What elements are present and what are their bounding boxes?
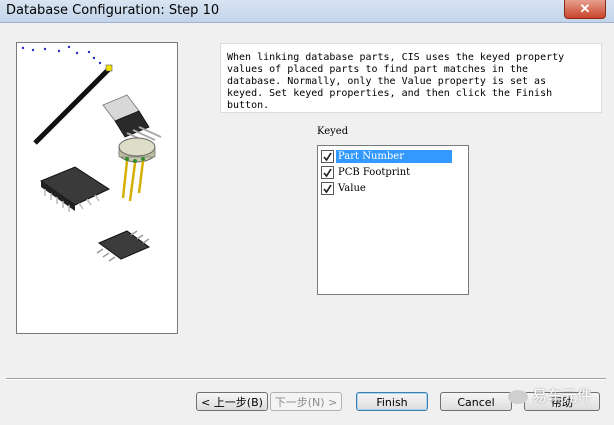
next-button[interactable]: 下一步(N) >: [270, 392, 342, 411]
list-item-label: Value: [338, 183, 366, 194]
watermark: 易车元件: [508, 385, 592, 411]
back-button[interactable]: < 上一步(B): [196, 392, 268, 411]
dip-chip-icon: [39, 166, 111, 212]
finish-button[interactable]: Finish: [356, 392, 428, 411]
part-number-checkbox[interactable]: [321, 150, 334, 163]
magic-wand-icon: [33, 64, 113, 145]
cancel-button[interactable]: Cancel: [440, 392, 512, 411]
electronic-components-illustration: [21, 45, 162, 262]
instructions-text: When linking database parts, CIS uses th…: [227, 52, 565, 111]
checkmark-icon: [323, 168, 332, 178]
list-item-value[interactable]: Value: [320, 181, 466, 196]
instructions-box: When linking database parts, CIS uses th…: [220, 43, 602, 113]
checkmark-icon: [323, 184, 332, 194]
value-checkbox[interactable]: [321, 182, 334, 195]
title-bar: Database Configuration: Step 10 ✕: [0, 0, 614, 23]
watermark-text: 易车元件: [532, 387, 593, 405]
list-item-pcb-footprint[interactable]: PCB Footprint: [320, 165, 466, 180]
checkmark-icon: [323, 152, 332, 162]
wechat-icon: [508, 389, 528, 404]
button-separator: [6, 378, 606, 380]
sparkle-dots-icon: [21, 45, 102, 65]
smd-chip-icon: [96, 230, 151, 262]
window-title: Database Configuration: Step 10: [6, 3, 220, 18]
close-button[interactable]: ✕: [564, 0, 606, 19]
close-icon: ✕: [579, 1, 591, 16]
transistor-icon: [118, 137, 156, 202]
pcb-footprint-checkbox[interactable]: [321, 166, 334, 179]
list-item-part-number[interactable]: Part Number: [320, 149, 466, 164]
keyed-label: Keyed: [317, 126, 349, 137]
list-item-label: Part Number: [336, 150, 452, 163]
voltage-regulator-icon: [102, 94, 162, 144]
components-illustration-panel: [16, 42, 178, 334]
keyed-properties-list[interactable]: Part Number PCB Footprint Value: [317, 145, 469, 295]
list-item-label: PCB Footprint: [338, 167, 411, 178]
